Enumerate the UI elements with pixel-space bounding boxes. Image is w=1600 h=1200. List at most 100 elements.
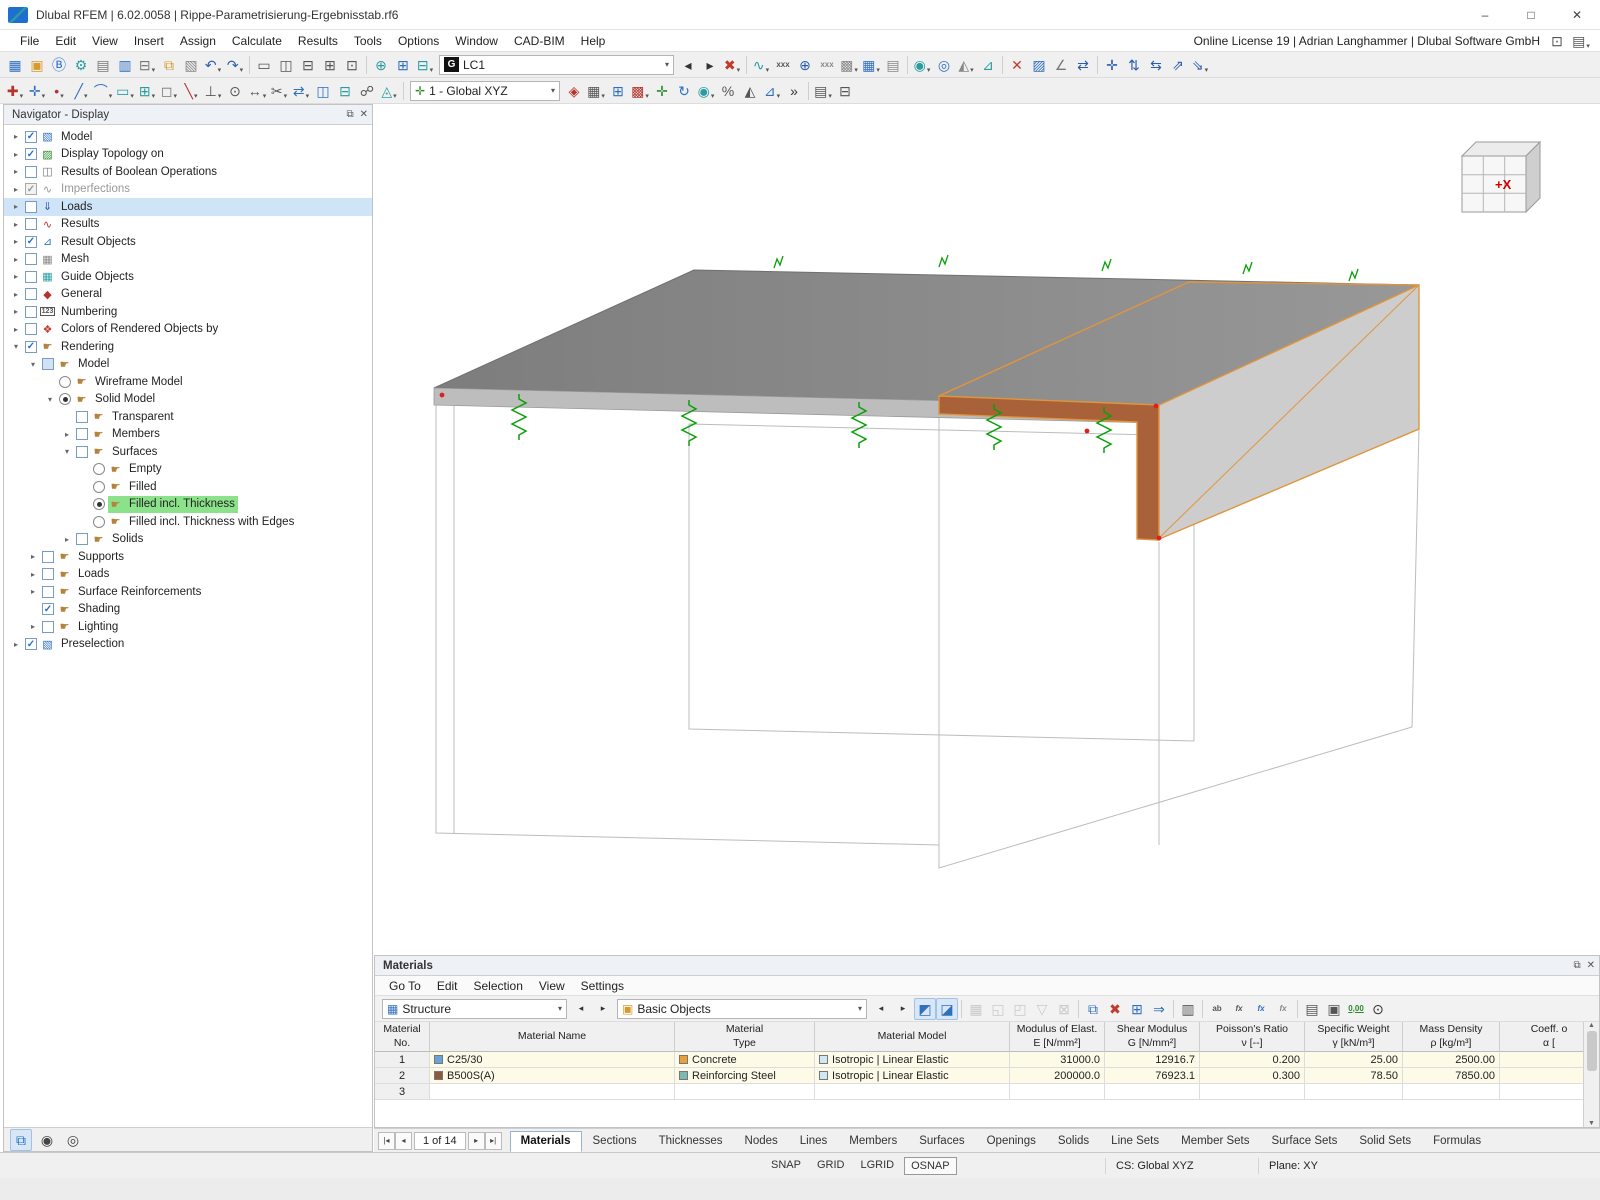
checkbox-lighting[interactable] — [42, 620, 54, 633]
cell-modulus[interactable]: 200000.0 — [1010, 1068, 1105, 1084]
menu-cad-bim[interactable]: CAD-BIM — [506, 32, 573, 50]
toggle-lgrid[interactable]: LGRID — [854, 1157, 900, 1175]
pin-panel-icon[interactable]: ⊡ — [1546, 30, 1568, 52]
cell-poisson-ratio[interactable]: 0.200 — [1200, 1052, 1305, 1068]
search-value-icon[interactable]: ⊕ — [794, 54, 816, 76]
select-cells-icon[interactable]: ◩ — [914, 997, 936, 1020]
window-psc-icon[interactable]: ⊡ — [341, 54, 363, 76]
new-support-icon[interactable]: ⊥ ▾ — [202, 80, 224, 102]
navigation-cube[interactable]: +X — [1448, 134, 1548, 219]
scroll-down-icon[interactable]: ▼ — [1588, 1120, 1595, 1127]
expand-arrow-icon[interactable]: ▸ — [10, 255, 22, 264]
tree-item-preselection[interactable]: ▸ ✓ ▧ Preselection — [4, 636, 372, 654]
checkbox-supports[interactable] — [42, 550, 54, 563]
table-tab-sections[interactable]: Sections — [582, 1131, 648, 1152]
table-tab-formulas[interactable]: Formulas — [1422, 1131, 1492, 1152]
cell-material-no[interactable]: 2 — [375, 1068, 430, 1084]
table-scrollbar[interactable]: ▲ ▼ — [1583, 1022, 1599, 1127]
delete-loads-icon[interactable]: ✕ — [1006, 54, 1028, 76]
print-preview-icon[interactable]: ⊟ ▾ — [136, 54, 158, 76]
show-results-icon[interactable]: ∿ ▾ — [750, 54, 772, 76]
table-tab-surface-sets[interactable]: Surface Sets — [1261, 1131, 1349, 1152]
result-table-icon[interactable]: ▩ ▾ — [838, 54, 860, 76]
window-horizontal-icon[interactable]: ⊟ — [297, 54, 319, 76]
open-model-icon[interactable]: ▣ — [26, 54, 48, 76]
guidelines-icon[interactable]: ▩ ▾ — [629, 80, 651, 102]
rotate-cs-icon[interactable]: ↻ — [673, 80, 695, 102]
next-load-case-icon[interactable]: ▸ — [699, 54, 721, 76]
cell-material-name[interactable] — [430, 1084, 675, 1100]
expand-arrow-icon[interactable]: ▸ — [10, 272, 22, 281]
copy-icon[interactable]: ⧉ — [158, 54, 180, 76]
cell-material-name[interactable]: B500S(A) — [430, 1068, 675, 1084]
tree-item-transparent[interactable]: ☛ Transparent — [4, 408, 372, 426]
tree-item-surface-reinforcements[interactable]: ▸ ☛ Surface Reinforcements — [4, 583, 372, 601]
pan-icon[interactable]: ⇅ — [1123, 54, 1145, 76]
work-plane-status[interactable]: Plane: XY — [1258, 1157, 1328, 1174]
cell-poisson-ratio[interactable] — [1200, 1084, 1305, 1100]
materials-menu-view[interactable]: View — [531, 977, 573, 995]
overflow-chevron-icon[interactable]: » — [783, 80, 805, 102]
load-cases-icon[interactable]: ⊞ — [392, 54, 414, 76]
materials-menu-selection[interactable]: Selection — [466, 977, 531, 995]
divide-icon[interactable]: ⊟ — [334, 80, 356, 102]
menu-insert[interactable]: Insert — [126, 32, 172, 50]
radio-filled-incl-thickness[interactable] — [93, 498, 105, 511]
expand-arrow-icon[interactable]: ▸ — [27, 552, 39, 561]
tree-item-solid-model[interactable]: ▾ ☛ Solid Model — [4, 391, 372, 409]
next-table-button[interactable]: ▸ — [467, 1131, 485, 1150]
menu-options[interactable]: Options — [390, 32, 447, 50]
expand-arrow-icon[interactable]: ▸ — [10, 132, 22, 141]
cell-specific-weight[interactable] — [1305, 1084, 1403, 1100]
swap-icon[interactable]: ⇄ — [1072, 54, 1094, 76]
minimize-button[interactable]: – — [1462, 0, 1508, 30]
cell-material-type[interactable]: Concrete — [675, 1052, 815, 1068]
table-tab-openings[interactable]: Openings — [976, 1131, 1047, 1152]
copy-row-icon[interactable]: ⧉ — [1082, 998, 1104, 1020]
radio-solid-model[interactable] — [59, 393, 71, 406]
visibility-all-icon[interactable]: ◎ — [933, 54, 955, 76]
checkbox-results[interactable] — [25, 218, 37, 231]
expand-arrow-icon[interactable]: ▸ — [10, 167, 22, 176]
insert-row-icon[interactable]: ⊞ — [1126, 998, 1148, 1020]
materials-menu-settings[interactable]: Settings — [573, 977, 632, 995]
tree-item-members[interactable]: ▸ ☛ Members — [4, 426, 372, 444]
menu-assign[interactable]: Assign — [172, 32, 224, 50]
cell-material-no[interactable]: 1 — [375, 1052, 430, 1068]
panel-toggle-icon[interactable]: ⊟ — [834, 80, 856, 102]
tree-item-lighting[interactable]: ▸ ☛ Lighting — [4, 618, 372, 636]
delete-row-icon[interactable]: ✖ — [1104, 998, 1126, 1020]
render-mode-icon[interactable]: ⊿ ▾ — [761, 80, 783, 102]
checkbox-solids[interactable] — [76, 533, 88, 546]
cell-shear-modulus[interactable]: 76923.1 — [1105, 1068, 1200, 1084]
tree-item-mesh[interactable]: ▸ ▦ Mesh — [4, 251, 372, 269]
expand-arrow-icon[interactable]: ▾ — [61, 447, 73, 456]
new-solid-icon[interactable]: ⊞ ▾ — [136, 80, 158, 102]
cell-mass-density[interactable] — [1403, 1084, 1500, 1100]
cell-modulus[interactable]: 31000.0 — [1010, 1052, 1105, 1068]
toggle-grid[interactable]: GRID — [811, 1157, 851, 1175]
scrollbar-thumb[interactable] — [1586, 1031, 1597, 1071]
checkbox-model[interactable]: ✓ — [25, 130, 37, 143]
extrude-icon[interactable]: ◬ ▾ — [378, 80, 400, 102]
close-panel-icon[interactable]: ✕ — [1587, 960, 1595, 971]
clipboard-icon[interactable]: ▧ — [180, 54, 202, 76]
toggle-snap[interactable]: SNAP — [765, 1157, 807, 1175]
close-panel-icon[interactable]: ✕ — [360, 109, 368, 120]
select-rows-icon[interactable]: ◪ — [936, 997, 958, 1020]
expand-arrow-icon[interactable]: ▸ — [10, 185, 22, 194]
tree-item-imperfections[interactable]: ▸ ✓ ∿ Imperfections — [4, 181, 372, 199]
cell-material-no[interactable]: 3 — [375, 1084, 430, 1100]
tables-icon[interactable]: ▦ ▾ — [860, 54, 882, 76]
move-copy-icon[interactable]: ⇄ ▾ — [290, 80, 312, 102]
window-single-icon[interactable]: ▭ — [253, 54, 275, 76]
close-button[interactable]: ✕ — [1554, 0, 1600, 30]
float-panel-icon[interactable]: ⧉ — [346, 109, 353, 120]
new-arc-icon[interactable]: ⌒ ▾ — [92, 80, 114, 102]
expand-arrow-icon[interactable]: ▸ — [10, 307, 22, 316]
cell-material-type[interactable]: Reinforcing Steel — [675, 1068, 815, 1084]
table-tab-surfaces[interactable]: Surfaces — [908, 1131, 975, 1152]
table-tab-member-sets[interactable]: Member Sets — [1170, 1131, 1260, 1152]
table-group-combo[interactable]: ▦ Structure ▾ — [382, 998, 567, 1019]
menu-view[interactable]: View — [84, 32, 126, 50]
